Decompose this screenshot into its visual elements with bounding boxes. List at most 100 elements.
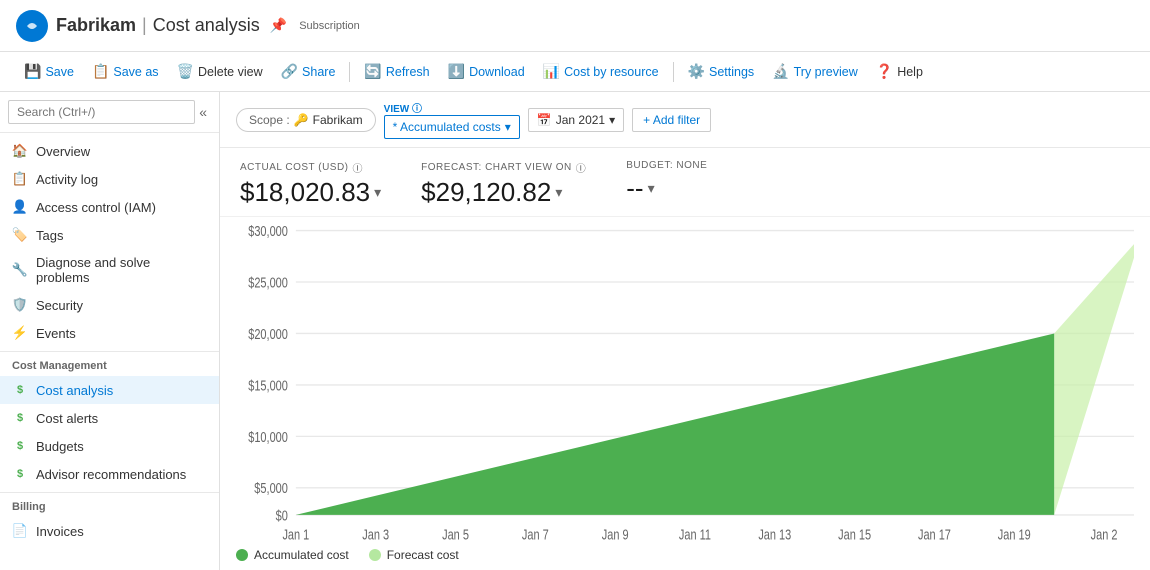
svg-text:$15,000: $15,000 <box>248 377 288 394</box>
help-button[interactable]: ❓ Help <box>868 59 931 84</box>
save-icon: 💾 <box>24 63 41 80</box>
sidebar-item-overview[interactable]: 🏠 Overview <box>0 137 219 165</box>
sidebar-item-label: Cost alerts <box>36 411 98 426</box>
sidebar-item-label: Access control (IAM) <box>36 200 156 215</box>
svg-text:Jan 7: Jan 7 <box>522 526 549 542</box>
share-icon: 🔗 <box>281 63 298 80</box>
add-filter-label: + Add filter <box>643 113 700 127</box>
sidebar-item-label: Tags <box>36 228 63 243</box>
sidebar-item-budgets[interactable]: $ Budgets <box>0 432 219 460</box>
svg-text:Jan 15: Jan 15 <box>838 526 871 542</box>
forecast-value-row: $29,120.82 ▾ <box>421 177 586 208</box>
share-button[interactable]: 🔗 Share <box>273 59 344 84</box>
main-toolbar: 💾 Save 📋 Save as 🗑️ Delete view 🔗 Share … <box>0 52 1150 92</box>
download-button[interactable]: ⬇️ Download <box>440 59 533 84</box>
save-as-button[interactable]: 📋 Save as <box>84 59 167 84</box>
advisor-icon: $ <box>12 466 28 482</box>
cost-analysis-icon: $ <box>12 382 28 398</box>
metrics-row: ACTUAL COST (USD) ⓘ $18,020.83 ▾ FORECAS… <box>220 148 1150 217</box>
chart-legend: Accumulated cost Forecast cost <box>220 542 1150 570</box>
view-group: VIEW ⓘ * Accumulated costs ▾ <box>384 100 520 139</box>
forecast-metric: FORECAST: CHART VIEW ON ⓘ $29,120.82 ▾ <box>421 160 586 208</box>
svg-text:Jan 19: Jan 19 <box>998 526 1031 542</box>
main-content: Scope : 🔑 Fabrikam VIEW ⓘ * Accumulated … <box>220 92 1150 570</box>
delete-view-button[interactable]: 🗑️ Delete view <box>169 59 271 84</box>
sidebar-item-activity-log[interactable]: 📋 Activity log <box>0 165 219 193</box>
save-button[interactable]: 💾 Save <box>16 59 82 84</box>
svg-text:Jan 1: Jan 1 <box>282 526 309 542</box>
scope-key-icon: 🔑 <box>294 113 309 127</box>
overview-icon: 🏠 <box>12 143 28 159</box>
actual-cost-value-row: $18,020.83 ▾ <box>240 177 381 208</box>
sidebar-item-invoices[interactable]: 📄 Invoices <box>0 517 219 545</box>
cost-by-resource-button[interactable]: 📊 Cost by resource <box>535 59 667 84</box>
svg-text:$10,000: $10,000 <box>248 428 288 445</box>
sidebar: « 🏠 Overview 📋 Activity log 👤 Access con… <box>0 92 220 570</box>
refresh-icon: 🔄 <box>364 63 381 80</box>
actual-cost-info-icon[interactable]: ⓘ <box>353 160 364 175</box>
sidebar-item-diagnose[interactable]: 🔧 Diagnose and solve problems <box>0 249 219 291</box>
collapse-button[interactable]: « <box>195 100 211 124</box>
sidebar-item-label: Budgets <box>36 439 84 454</box>
view-chevron-icon: ▾ <box>505 120 511 134</box>
svg-text:Jan 11: Jan 11 <box>679 526 711 542</box>
forecast-chevron[interactable]: ▾ <box>555 184 562 201</box>
actual-cost-value: $18,020.83 <box>240 177 370 208</box>
accumulated-cost-legend-label: Accumulated cost <box>254 548 349 562</box>
download-icon: ⬇️ <box>448 63 465 80</box>
svg-text:$25,000: $25,000 <box>248 274 288 291</box>
sidebar-item-label: Security <box>36 298 83 313</box>
scope-label: Scope : <box>249 113 290 127</box>
accumulated-cost-dot <box>236 549 248 561</box>
scope-selector[interactable]: Scope : 🔑 Fabrikam <box>236 108 376 132</box>
sidebar-item-label: Activity log <box>36 172 98 187</box>
header-title: Fabrikam | Cost analysis 📌 <box>56 15 287 36</box>
budget-chevron[interactable]: ▾ <box>648 180 655 197</box>
header-subtitle: Subscription <box>299 20 360 32</box>
sidebar-item-access-control[interactable]: 👤 Access control (IAM) <box>0 193 219 221</box>
sidebar-item-security[interactable]: 🛡️ Security <box>0 291 219 319</box>
pin-icon[interactable]: 📌 <box>270 17 287 34</box>
settings-button[interactable]: ⚙️ Settings <box>680 59 763 84</box>
calendar-icon: 📅 <box>537 113 552 127</box>
add-filter-button[interactable]: + Add filter <box>632 108 711 132</box>
sidebar-item-advisor[interactable]: $ Advisor recommendations <box>0 460 219 488</box>
svg-text:Jan 13: Jan 13 <box>758 526 791 542</box>
forecast-value: $29,120.82 <box>421 177 551 208</box>
top-header: Fabrikam | Cost analysis 📌 Subscription <box>0 0 1150 52</box>
view-dropdown[interactable]: * Accumulated costs ▾ <box>384 115 520 139</box>
settings-icon: ⚙️ <box>688 63 705 80</box>
sidebar-item-label: Invoices <box>36 524 84 539</box>
cost-management-section-label: Cost Management <box>0 351 219 376</box>
search-input[interactable] <box>8 100 195 124</box>
security-icon: 🛡️ <box>12 297 28 313</box>
forecast-label: FORECAST: CHART VIEW ON ⓘ <box>421 160 586 175</box>
view-label: VIEW ⓘ <box>384 100 520 115</box>
forecast-cost-legend: Forecast cost <box>369 548 459 562</box>
sidebar-search-area: « <box>0 92 219 133</box>
actual-cost-chevron[interactable]: ▾ <box>374 184 381 201</box>
events-icon: ⚡ <box>12 325 28 341</box>
main-layout: « 🏠 Overview 📋 Activity log 👤 Access con… <box>0 92 1150 570</box>
svg-text:$20,000: $20,000 <box>248 325 288 342</box>
sidebar-item-cost-alerts[interactable]: $ Cost alerts <box>0 404 219 432</box>
actual-cost-label: ACTUAL COST (USD) ⓘ <box>240 160 381 175</box>
actual-cost-metric: ACTUAL COST (USD) ⓘ $18,020.83 ▾ <box>240 160 381 208</box>
sidebar-item-tags[interactable]: 🏷️ Tags <box>0 221 219 249</box>
app-logo <box>16 10 48 42</box>
svg-text:Jan 9: Jan 9 <box>602 526 629 542</box>
save-as-icon: 📋 <box>92 63 109 80</box>
billing-section-label: Billing <box>0 492 219 517</box>
view-value: * Accumulated costs <box>393 120 501 134</box>
try-preview-icon: 🔬 <box>772 63 789 80</box>
accumulated-cost-legend: Accumulated cost <box>236 548 349 562</box>
sidebar-item-cost-analysis[interactable]: $ Cost analysis <box>0 376 219 404</box>
sidebar-item-events[interactable]: ⚡ Events <box>0 319 219 347</box>
date-selector[interactable]: 📅 Jan 2021 ▾ <box>528 108 624 132</box>
svg-text:Jan 3: Jan 3 <box>362 526 389 542</box>
try-preview-button[interactable]: 🔬 Try preview <box>764 59 866 84</box>
sidebar-item-label: Overview <box>36 144 90 159</box>
sidebar-nav: 🏠 Overview 📋 Activity log 👤 Access contr… <box>0 133 219 549</box>
refresh-button[interactable]: 🔄 Refresh <box>356 59 437 84</box>
forecast-info-icon[interactable]: ⓘ <box>576 160 587 175</box>
